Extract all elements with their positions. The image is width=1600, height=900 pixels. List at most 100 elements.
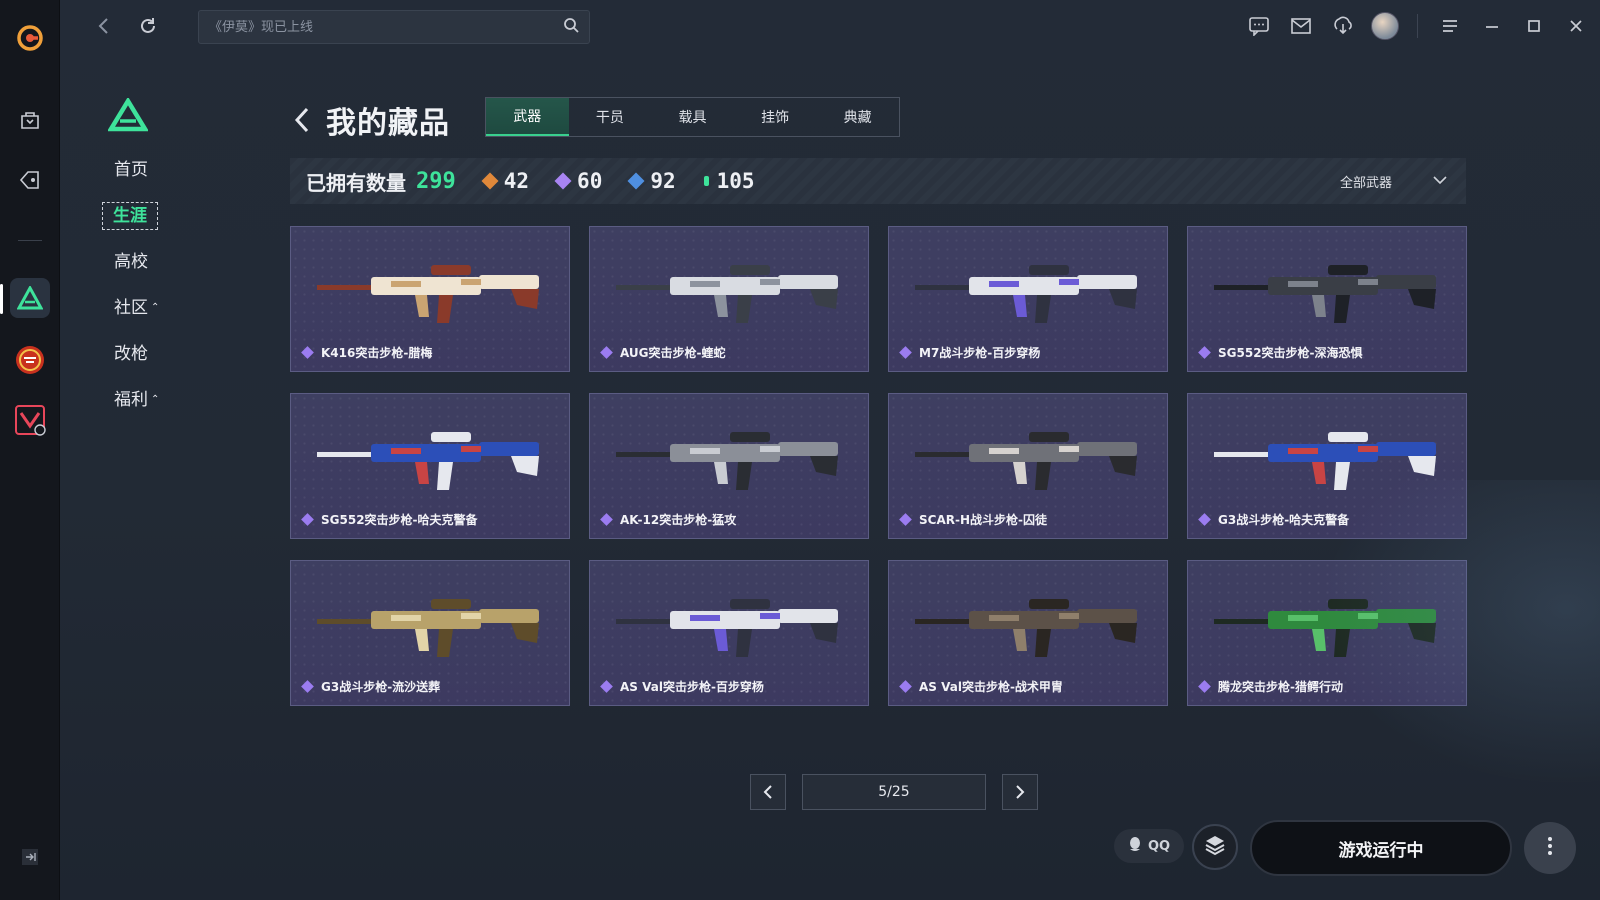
more-options-button[interactable] [1524, 822, 1576, 874]
weapon-card[interactable]: AS Val突击步枪-百步穿杨 [589, 560, 869, 706]
rarity-diamond-icon [1198, 346, 1211, 359]
page-title: 我的藏品 [326, 106, 450, 141]
weapon-name-label: AS Val突击步枪-战术甲胄 [919, 680, 1063, 694]
search-icon[interactable] [563, 17, 579, 37]
sidebar-item-home[interactable]: 首页 [102, 155, 182, 201]
weapon-image [915, 599, 1137, 657]
weapon-filter-dropdown[interactable]: 全部武器 [1340, 158, 1448, 204]
mail-icon[interactable] [1287, 12, 1315, 40]
rarity-diamond-icon [1198, 680, 1211, 693]
tag-icon[interactable] [10, 160, 50, 200]
page-header: 我的藏品 [292, 98, 450, 142]
maximize-icon[interactable] [1520, 12, 1548, 40]
diamond-purple-icon [554, 172, 572, 190]
game-running-button[interactable]: 游戏运行中 [1250, 820, 1512, 876]
expand-icon[interactable] [15, 842, 45, 872]
weapon-image [915, 265, 1137, 323]
weapon-image [1214, 599, 1436, 657]
qq-login-button[interactable]: QQ [1114, 829, 1184, 863]
sidebar-item-community[interactable]: 社区 ⌃ [102, 293, 182, 339]
collection-stats: 已拥有数量 299 42 60 92 105 全部武器 [290, 158, 1466, 204]
weapon-image [915, 432, 1137, 490]
weapon-card[interactable]: 腾龙突击步枪-猎鳄行动 [1187, 560, 1467, 706]
tier-stat-gold: 42 [481, 169, 529, 193]
weapon-card[interactable]: SG552突击步枪-深海恐惧 [1187, 226, 1467, 372]
weapon-name-label: 腾龙突击步枪-猎鳄行动 [1218, 680, 1343, 694]
weapon-name: K416突击步枪-腊梅 [301, 344, 432, 361]
refresh-icon[interactable] [136, 14, 160, 38]
weapon-card[interactable]: K416突击步枪-腊梅 [290, 226, 570, 372]
tab-vehicles[interactable]: 载具 [651, 98, 734, 136]
weapon-name-label: SG552突击步枪-深海恐惧 [1218, 346, 1363, 360]
sidebar-menu: 首页 生涯 高校 社区 ⌃ 改枪 福利 ⌃ [102, 155, 182, 431]
valorant-app-icon[interactable] [10, 400, 50, 440]
weapon-card[interactable]: AS Val突击步枪-战术甲胄 [888, 560, 1168, 706]
weapon-card[interactable]: G3战斗步枪-流沙送葬 [290, 560, 570, 706]
sidebar-item-gunsmith[interactable]: 改枪 [102, 339, 182, 385]
weapon-name-label: K416突击步枪-腊梅 [321, 346, 433, 360]
more-vertical-icon [1547, 836, 1553, 860]
search-input[interactable] [209, 19, 563, 35]
tab-charms[interactable]: 挂饰 [734, 98, 817, 136]
weapon-image [317, 432, 539, 490]
delta-app-icon[interactable] [10, 278, 50, 318]
qq-label: QQ [1147, 838, 1171, 854]
weapon-card[interactable]: AUG突击步枪-蝰蛇 [589, 226, 869, 372]
rarity-diamond-icon [600, 680, 613, 693]
chevron-up-icon: ⌃ [151, 302, 160, 313]
sidebar-item-career[interactable]: 生涯 [102, 201, 182, 247]
download-icon[interactable] [1329, 12, 1357, 40]
pagination: 5/25 [750, 774, 1038, 810]
toolbar-divider [1417, 14, 1418, 38]
weapon-name-label: G3战斗步枪-流沙送葬 [321, 680, 441, 694]
back-nav-icon[interactable] [92, 14, 116, 38]
next-page-button[interactable] [1002, 774, 1038, 810]
weapon-card[interactable]: AK-12突击步枪-猛攻 [589, 393, 869, 539]
sidebar-item-label: 改枪 [114, 344, 148, 364]
weapon-name: AUG突击步枪-蝰蛇 [600, 344, 726, 361]
weapon-image [1214, 265, 1436, 323]
weapon-name: AK-12突击步枪-猛攻 [600, 511, 736, 528]
layers-icon [1203, 833, 1227, 861]
tab-collection[interactable]: 典藏 [816, 98, 899, 136]
weapon-name: M7战斗步枪-百步穿杨 [899, 344, 1040, 361]
menu-icon[interactable] [1436, 12, 1464, 40]
weapon-name: G3战斗步枪-哈夫克警备 [1198, 511, 1349, 528]
chat-icon[interactable] [1245, 12, 1273, 40]
minimize-icon[interactable] [1478, 12, 1506, 40]
chevron-down-icon [1432, 174, 1448, 189]
top-actions [1245, 12, 1590, 40]
weapon-name: SCAR-H战斗步枪-囚徒 [899, 511, 1047, 528]
sidebar-item-welfare[interactable]: 福利 ⌃ [102, 385, 182, 431]
prev-page-button[interactable] [750, 774, 786, 810]
tier-stat-blue: 92 [627, 169, 676, 193]
layers-button[interactable] [1192, 824, 1238, 870]
sidebar-item-college[interactable]: 高校 [102, 247, 182, 293]
rarity-diamond-icon [301, 513, 314, 526]
delta-logo-icon [107, 96, 149, 136]
back-arrow-icon[interactable] [292, 103, 318, 137]
weapon-name: AS Val突击步枪-百步穿杨 [600, 678, 764, 695]
weapon-name: G3战斗步枪-流沙送葬 [301, 678, 440, 695]
weapon-card[interactable]: M7战斗步枪-百步穿杨 [888, 226, 1168, 372]
user-avatar[interactable] [1371, 12, 1399, 40]
weapon-name: SG552突击步枪-哈夫克警备 [301, 511, 478, 528]
tab-weapons[interactable]: 武器 [486, 98, 569, 136]
weapon-name: AS Val突击步枪-战术甲胄 [899, 678, 1063, 695]
store-bag-icon[interactable] [10, 100, 50, 140]
tab-operators[interactable]: 干员 [569, 98, 652, 136]
tier-count: 105 [716, 169, 755, 193]
weapon-name-label: G3战斗步枪-哈夫克警备 [1218, 513, 1350, 527]
weapon-name-label: AUG突击步枪-蝰蛇 [620, 346, 726, 360]
app-logo-icon[interactable] [10, 18, 50, 58]
weapon-card[interactable]: SCAR-H战斗步枪-囚徒 [888, 393, 1168, 539]
cf-app-icon[interactable] [10, 340, 50, 380]
sidebar-item-label: 生涯 [102, 202, 158, 230]
weapon-card[interactable]: G3战斗步枪-哈夫克警备 [1187, 393, 1467, 539]
weapon-image [317, 599, 539, 657]
search-box[interactable] [198, 10, 590, 44]
close-icon[interactable] [1562, 12, 1590, 40]
top-bar [60, 0, 1600, 52]
weapon-card[interactable]: SG552突击步枪-哈夫克警备 [290, 393, 570, 539]
owned-count-value: 299 [416, 168, 456, 194]
